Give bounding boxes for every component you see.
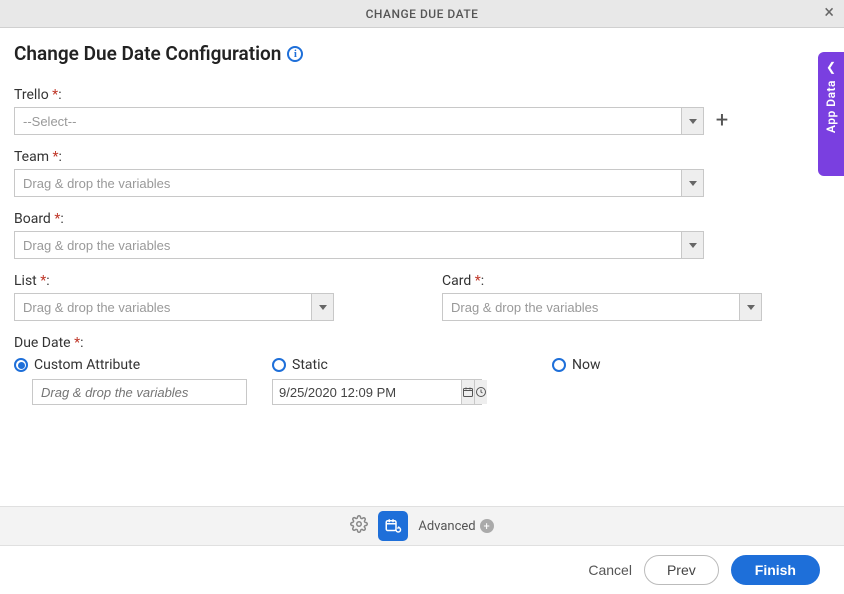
chevron-down-icon[interactable] <box>681 170 703 196</box>
calendar-refresh-icon[interactable] <box>378 511 408 541</box>
radio-static[interactable]: Static <box>272 357 552 373</box>
page-heading: Change Due Date Configuration i <box>14 42 830 65</box>
field-team: Team *: <box>14 149 830 197</box>
datetime-field[interactable] <box>273 380 461 404</box>
finish-button[interactable]: Finish <box>731 555 820 585</box>
radio-static-label: Static <box>292 357 328 373</box>
add-trello-button[interactable]: + <box>712 110 732 132</box>
list-label: List *: <box>14 273 402 289</box>
advanced-label: Advanced + <box>418 519 493 534</box>
gear-icon[interactable] <box>350 515 368 538</box>
chevron-left-icon: ❮ <box>826 60 836 74</box>
field-card: Card *: <box>442 273 830 321</box>
title-bar-text: CHANGE DUE DATE <box>366 7 479 21</box>
board-label: Board *: <box>14 211 830 227</box>
team-input[interactable] <box>15 170 681 196</box>
card-input[interactable] <box>443 294 739 320</box>
field-trello: Trello *: + <box>14 87 830 135</box>
radio-group-custom: Custom Attribute <box>14 357 272 405</box>
list-input[interactable] <box>15 294 311 320</box>
app-data-tab[interactable]: ❮ App Data <box>818 52 844 176</box>
chevron-down-icon[interactable] <box>681 232 703 258</box>
trello-input[interactable] <box>15 108 681 134</box>
info-icon[interactable]: i <box>287 46 303 62</box>
team-select[interactable] <box>14 169 704 197</box>
bottom-toolbar: Advanced + <box>0 506 844 546</box>
close-icon[interactable]: × <box>824 4 834 22</box>
card-select[interactable] <box>442 293 762 321</box>
radio-icon <box>272 358 286 372</box>
radio-now[interactable]: Now <box>552 357 830 373</box>
radio-custom-label: Custom Attribute <box>34 357 140 373</box>
radio-now-label: Now <box>572 357 601 373</box>
custom-attribute-input[interactable] <box>32 379 247 405</box>
prev-button[interactable]: Prev <box>644 555 719 585</box>
advanced-plus-icon[interactable]: + <box>480 519 494 533</box>
radio-group-now: Now <box>552 357 830 373</box>
chevron-down-icon[interactable] <box>311 294 333 320</box>
radio-group-static: Static <box>272 357 552 405</box>
field-list: List *: <box>14 273 402 321</box>
list-select[interactable] <box>14 293 334 321</box>
due-date-label: Due Date *: <box>14 335 830 351</box>
card-label: Card *: <box>442 273 830 289</box>
trello-label: Trello *: <box>14 87 830 103</box>
field-due-date: Due Date *: Custom Attribute Static <box>14 335 830 405</box>
calendar-icon[interactable] <box>461 380 474 404</box>
radio-custom-attribute[interactable]: Custom Attribute <box>14 357 272 373</box>
footer: Cancel Prev Finish <box>0 546 844 594</box>
radio-icon <box>552 358 566 372</box>
chevron-down-icon[interactable] <box>739 294 761 320</box>
chevron-down-icon[interactable] <box>681 108 703 134</box>
static-datetime-input[interactable] <box>272 379 482 405</box>
title-bar: CHANGE DUE DATE × <box>0 0 844 28</box>
trello-select[interactable] <box>14 107 704 135</box>
clock-icon[interactable] <box>474 380 487 404</box>
page-title: Change Due Date Configuration <box>14 42 281 65</box>
app-data-label: App Data <box>824 80 838 133</box>
radio-icon <box>14 358 28 372</box>
config-form: Change Due Date Configuration i Trello *… <box>0 28 844 405</box>
cancel-button[interactable]: Cancel <box>588 562 632 578</box>
team-label: Team *: <box>14 149 830 165</box>
list-card-row: List *: Card *: <box>14 273 830 321</box>
board-select[interactable] <box>14 231 704 259</box>
board-input[interactable] <box>15 232 681 258</box>
field-board: Board *: <box>14 211 830 259</box>
